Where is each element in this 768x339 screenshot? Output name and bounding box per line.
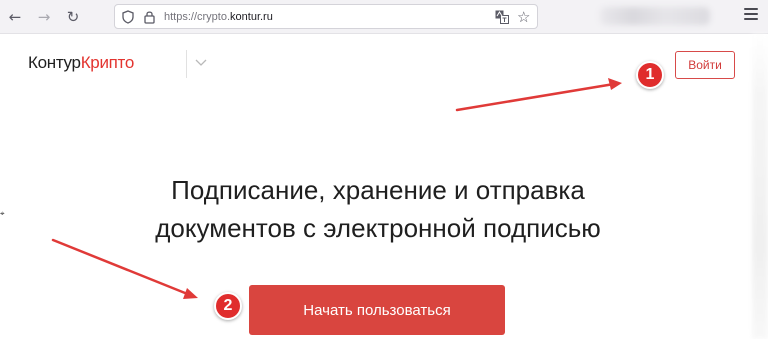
annotation-badge-2: 2 (214, 292, 242, 320)
page-headline: Подписание, хранение и отправка документ… (100, 171, 656, 247)
start-using-button[interactable]: Начать пользоваться (249, 285, 505, 335)
headline-line-2: документов с электронной подписью (155, 213, 601, 243)
hamburger-menu-icon[interactable] (744, 8, 758, 22)
lock-icon[interactable] (144, 10, 155, 24)
chevron-down-icon[interactable] (194, 57, 208, 67)
address-bar[interactable]: https://crypto.kontur.ru ☆ (114, 4, 538, 29)
shield-icon[interactable] (122, 10, 134, 24)
blurred-sidebar-edge (752, 34, 768, 339)
extension-icons-blurred (600, 7, 710, 25)
arrow-to-start-button (51, 238, 198, 299)
headline-line-1: Подписание, хранение и отправка (171, 175, 585, 205)
reload-icon: ↻ (66, 8, 80, 26)
arrow-to-login (455, 78, 622, 112)
reload-button[interactable]: ↻ (62, 6, 84, 28)
arrow-left-icon: ← (8, 8, 22, 26)
translate-icon[interactable] (495, 10, 509, 24)
arrow-right-icon: → (37, 8, 51, 26)
url-text[interactable]: https://crypto.kontur.ru (164, 11, 273, 23)
forward-button[interactable]: → (33, 6, 55, 28)
browser-window: ← → ↻ https://crypto.kontur.ru ☆ КонтурК… (0, 0, 768, 339)
logo-divider (186, 50, 187, 78)
bookmark-star-icon[interactable]: ☆ (517, 8, 530, 26)
site-logo[interactable]: КонтурКрипто (28, 53, 134, 73)
login-button[interactable]: Войти (675, 51, 735, 79)
browser-toolbar: ← → ↻ https://crypto.kontur.ru ☆ (0, 0, 768, 34)
logo-kontur-text: Контур (28, 53, 81, 72)
logo-kripto-text: Крипто (80, 53, 135, 72)
cursor-icon: ⌖ (0, 209, 5, 218)
back-button[interactable]: ← (4, 6, 26, 28)
annotation-badge-1: 1 (636, 61, 664, 89)
